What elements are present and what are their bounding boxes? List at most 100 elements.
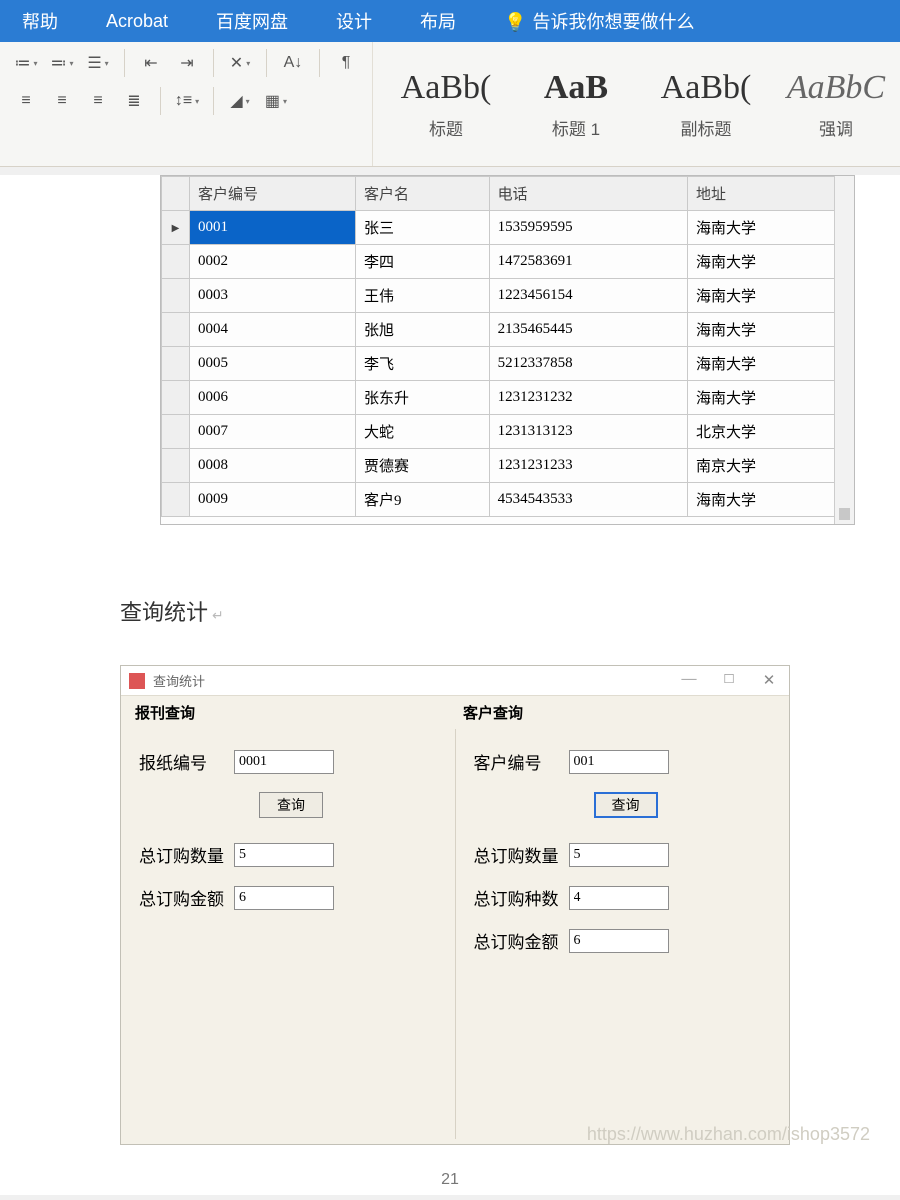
justify-button[interactable]: ≣ xyxy=(118,86,150,116)
sort-button[interactable]: A↓ xyxy=(277,48,309,78)
row-header[interactable] xyxy=(162,313,190,347)
table-row[interactable]: 0003王伟1223456154海南大学 xyxy=(162,279,854,313)
customer-datagrid[interactable]: 客户编号 客户名 电话 地址 0001张三1535959595海南大学0002李… xyxy=(160,175,855,525)
numbered-list-button[interactable]: ≕ xyxy=(46,48,78,78)
cell[interactable]: 李四 xyxy=(356,245,490,279)
cell[interactable]: 2135465445 xyxy=(489,313,687,347)
r-total-amount-output[interactable] xyxy=(569,929,669,953)
vertical-scrollbar[interactable] xyxy=(834,176,854,524)
cell[interactable]: 海南大学 xyxy=(687,347,853,381)
ribbon-tab[interactable]: 百度网盘 xyxy=(212,0,292,42)
cell[interactable]: 1231313123 xyxy=(489,415,687,449)
row-header[interactable] xyxy=(162,449,190,483)
col-header[interactable]: 电话 xyxy=(489,177,687,211)
row-header[interactable] xyxy=(162,415,190,449)
cell[interactable]: 0001 xyxy=(190,211,356,245)
cell[interactable]: 贾德赛 xyxy=(356,449,490,483)
asian-layout-button[interactable]: ✕ xyxy=(224,48,256,78)
col-header[interactable]: 客户名 xyxy=(356,177,490,211)
cell[interactable]: 张三 xyxy=(356,211,490,245)
cell[interactable]: 0009 xyxy=(190,483,356,517)
style-item-emphasis[interactable]: AaBbC 强调 xyxy=(781,69,891,140)
borders-button[interactable]: ▦ xyxy=(260,86,292,116)
left-search-button[interactable]: 查询 xyxy=(259,792,323,818)
shading-button[interactable]: ◢ xyxy=(224,86,256,116)
cell[interactable]: 0008 xyxy=(190,449,356,483)
tab-customer-query[interactable]: 客户查询 xyxy=(449,696,537,729)
newspaper-id-input[interactable] xyxy=(234,750,334,774)
cell[interactable]: 南京大学 xyxy=(687,449,853,483)
cell[interactable]: 王伟 xyxy=(356,279,490,313)
cell[interactable]: 北京大学 xyxy=(687,415,853,449)
cell[interactable]: 5212337858 xyxy=(489,347,687,381)
bullet-list-button[interactable]: ≔ xyxy=(10,48,42,78)
table-row[interactable]: 0001张三1535959595海南大学 xyxy=(162,211,854,245)
minimize-button[interactable]: — xyxy=(669,671,709,690)
ribbon-tab[interactable]: 帮助 xyxy=(18,0,62,42)
align-left-button[interactable]: ≡ xyxy=(10,86,42,116)
cell[interactable]: 海南大学 xyxy=(687,381,853,415)
style-item-heading1[interactable]: AaB 标题 1 xyxy=(521,69,631,140)
align-right-button[interactable]: ≡ xyxy=(82,86,114,116)
tell-me[interactable]: 💡告诉我你想要做什么 xyxy=(500,0,698,42)
close-button[interactable]: ✕ xyxy=(749,671,789,690)
cell[interactable]: 海南大学 xyxy=(687,245,853,279)
table-row[interactable]: 0006张东升1231231232海南大学 xyxy=(162,381,854,415)
cell[interactable]: 0007 xyxy=(190,415,356,449)
cell[interactable]: 大蛇 xyxy=(356,415,490,449)
total-qty-output[interactable] xyxy=(234,843,334,867)
cell[interactable]: 1231231233 xyxy=(489,449,687,483)
table-row[interactable]: 0007大蛇1231313123北京大学 xyxy=(162,415,854,449)
customer-id-input[interactable] xyxy=(569,750,669,774)
col-header[interactable]: 客户编号 xyxy=(190,177,356,211)
cell[interactable]: 张东升 xyxy=(356,381,490,415)
right-search-button[interactable]: 查询 xyxy=(594,792,658,818)
r-total-qty-output[interactable] xyxy=(569,843,669,867)
cell[interactable]: 海南大学 xyxy=(687,279,853,313)
table-row[interactable]: 0009客户94534543533海南大学 xyxy=(162,483,854,517)
col-header[interactable]: 地址 xyxy=(687,177,853,211)
table-row[interactable]: 0002李四1472583691海南大学 xyxy=(162,245,854,279)
line-spacing-button[interactable]: ↕≡ xyxy=(171,86,203,116)
row-header[interactable] xyxy=(162,483,190,517)
cell[interactable]: 海南大学 xyxy=(687,483,853,517)
cell[interactable]: 1472583691 xyxy=(489,245,687,279)
cell[interactable]: 客户9 xyxy=(356,483,490,517)
row-header[interactable] xyxy=(162,279,190,313)
cell[interactable]: 0004 xyxy=(190,313,356,347)
table-row[interactable]: 0008贾德赛1231231233南京大学 xyxy=(162,449,854,483)
row-header[interactable] xyxy=(162,211,190,245)
increase-indent-button[interactable]: ⇥ xyxy=(171,48,203,78)
cell[interactable]: 1223456154 xyxy=(489,279,687,313)
cell[interactable]: 4534543533 xyxy=(489,483,687,517)
ribbon-tab[interactable]: Acrobat xyxy=(102,3,172,40)
table-row[interactable]: 0005李飞5212337858海南大学 xyxy=(162,347,854,381)
multilevel-list-button[interactable]: ☰ xyxy=(82,48,114,78)
style-item-heading[interactable]: AaBb( 标题 xyxy=(391,69,501,140)
cell[interactable]: 李飞 xyxy=(356,347,490,381)
maximize-button[interactable]: □ xyxy=(709,671,749,690)
total-amount-output[interactable] xyxy=(234,886,334,910)
window-titlebar[interactable]: 查询统计 — □ ✕ xyxy=(121,666,789,696)
styles-gallery[interactable]: AaBb( 标题 AaB 标题 1 AaBb( 副标题 AaBbC 强调 xyxy=(373,42,900,166)
r-total-kind-output[interactable] xyxy=(569,886,669,910)
cell[interactable]: 0002 xyxy=(190,245,356,279)
show-marks-button[interactable]: ¶ xyxy=(330,48,362,78)
cell[interactable]: 张旭 xyxy=(356,313,490,347)
cell[interactable]: 1231231232 xyxy=(489,381,687,415)
cell[interactable]: 0005 xyxy=(190,347,356,381)
row-header[interactable] xyxy=(162,381,190,415)
align-center-button[interactable]: ≡ xyxy=(46,86,78,116)
cell[interactable]: 0006 xyxy=(190,381,356,415)
ribbon-tab[interactable]: 布局 xyxy=(416,0,460,42)
row-header[interactable] xyxy=(162,245,190,279)
cell[interactable]: 0003 xyxy=(190,279,356,313)
row-header[interactable] xyxy=(162,347,190,381)
cell[interactable]: 海南大学 xyxy=(687,313,853,347)
cell[interactable]: 海南大学 xyxy=(687,211,853,245)
decrease-indent-button[interactable]: ⇤ xyxy=(135,48,167,78)
tab-publication-query[interactable]: 报刊查询 xyxy=(121,696,209,729)
cell[interactable]: 1535959595 xyxy=(489,211,687,245)
ribbon-tab[interactable]: 设计 xyxy=(332,0,376,42)
table-row[interactable]: 0004张旭2135465445海南大学 xyxy=(162,313,854,347)
